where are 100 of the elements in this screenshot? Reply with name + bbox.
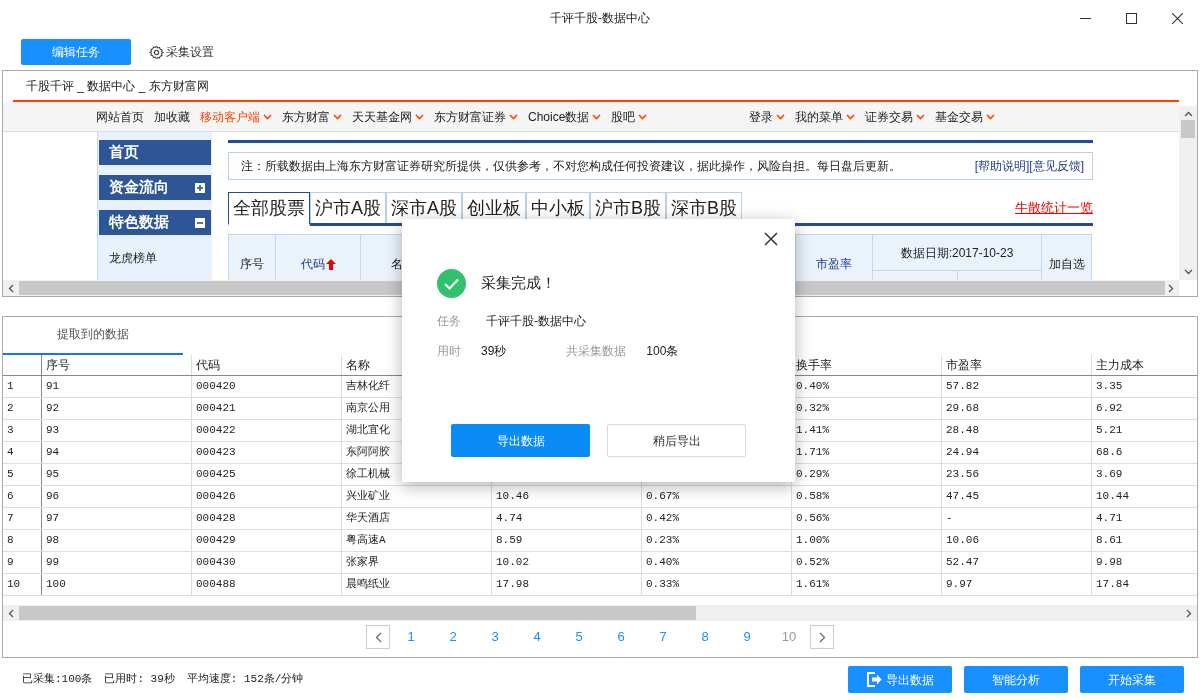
field-value: 100条 — [646, 343, 679, 360]
table-cell-text: 000429 — [196, 533, 236, 549]
table-cell-text: 000421 — [196, 401, 236, 417]
row-number: 10 — [7, 577, 21, 593]
table-cell-text: 0.40% — [796, 379, 829, 395]
field-value: 39秒 — [481, 343, 507, 360]
column-header: 序号 — [46, 357, 70, 374]
row-number: 8 — [7, 533, 14, 549]
table-cell-text: 0.23% — [646, 533, 679, 549]
table-cell-text: 5.21 — [1096, 423, 1123, 439]
row-number: 7 — [7, 511, 14, 527]
table-cell-text: 17.84 — [1096, 577, 1129, 593]
row-number: 2 — [7, 401, 14, 417]
column-header: 序号 — [240, 256, 264, 273]
table-cell-text: 000426 — [196, 489, 236, 505]
table-cell-text: 91 — [46, 379, 60, 395]
table-cell-text: 6.92 — [1096, 401, 1123, 417]
table-cell-text: 粤高速A — [346, 533, 386, 549]
column-header: 市盈率 — [946, 357, 982, 374]
table-cell-text: 0.58% — [796, 489, 829, 505]
row-number: 3 — [7, 423, 14, 439]
column-header: 名称 — [346, 357, 370, 374]
table-cell-text: 000488 — [196, 577, 236, 593]
table-cell-text: 000423 — [196, 445, 236, 461]
table-cell-text: 1.71% — [796, 445, 829, 461]
table-cell-text: 9.98 — [1096, 555, 1123, 571]
table-cell-text: 9.97 — [946, 577, 973, 593]
table-cell-text: 0.52% — [796, 555, 829, 571]
notice-text: 注：所载数据由上海东方财富证券研究所提供，仅供参考，不对您构成任何投资建议，据此操作，风险自担。每日盘后更新。 — [241, 158, 901, 175]
row-number: 5 — [7, 467, 14, 483]
table-cell-text: 4.74 — [496, 511, 523, 527]
table-cell-text: 0.67% — [646, 489, 679, 505]
window-title: 千评千股-数据中心 — [550, 10, 650, 27]
status-text: 已采集:100条 — [22, 671, 93, 688]
table-cell-text: 0.32% — [796, 401, 829, 417]
table-cell-text: 94 — [46, 445, 60, 461]
table-cell-text: 24.94 — [946, 445, 979, 461]
table-cell-text: 96 — [46, 489, 60, 505]
table-cell-text: 0.40% — [646, 555, 679, 571]
table-cell-text: 98 — [46, 533, 60, 549]
table-cell-text: 95 — [46, 467, 60, 483]
row-number: 4 — [7, 445, 14, 461]
table-cell-text: - — [946, 511, 953, 527]
row-number: 1 — [7, 379, 14, 395]
status-text: 平均速度: 152条/分钟 — [186, 672, 304, 688]
table-cell-text: 8.59 — [496, 533, 523, 549]
table-cell-text: 17.98 — [496, 577, 529, 593]
table-cell-text: 23.56 — [946, 467, 979, 483]
dialog-title: 采集完成！ — [481, 273, 556, 294]
column-header: 加自选 — [1048, 256, 1085, 273]
table-cell-text: 52.47 — [946, 555, 979, 571]
status-text: 已用时: 39秒 — [104, 672, 175, 688]
table-cell-text: 10.46 — [496, 489, 529, 505]
table-cell-text: 68.6 — [1096, 445, 1123, 461]
table-cell-text: 1.41% — [796, 423, 829, 439]
table-cell-text: 10.44 — [1096, 489, 1129, 505]
table-cell-text: 0.56% — [796, 511, 829, 527]
column-header: 名 — [391, 256, 403, 273]
table-cell-text: 0.29% — [796, 467, 829, 483]
table-cell-text: 47.45 — [946, 489, 979, 505]
table-cell-text: 92 — [46, 401, 60, 417]
column-header: 换手率 — [796, 357, 832, 374]
row-number: 6 — [7, 489, 14, 505]
table-cell-text: 南京公用 — [346, 401, 390, 417]
table-cell-text: 97 — [46, 511, 60, 527]
table-cell-text: 张家界 — [346, 555, 379, 571]
column-header: 代码 — [196, 357, 220, 374]
field-label: 共采集数据 — [566, 343, 627, 360]
table-cell-text: 兴业矿业 — [346, 489, 390, 505]
table-cell-text: 000425 — [196, 467, 236, 483]
table-cell-text: 1.00% — [796, 533, 829, 549]
row-number: 9 — [7, 555, 14, 571]
table-cell-text: 29.68 — [946, 401, 979, 417]
page-title: 千股千评 _ 数据中心 _ 东方财富网 — [26, 77, 209, 95]
field-label: 任务 — [437, 313, 461, 330]
table-cell-text: 0.33% — [646, 577, 679, 593]
table-cell-text: 000420 — [196, 379, 236, 395]
table-cell-text: 000428 — [196, 511, 236, 527]
table-cell-text: 3.35 — [1096, 379, 1123, 395]
table-cell-text: 华天酒店 — [346, 511, 390, 527]
table-cell-text: 吉林化纤 — [346, 379, 390, 395]
table-cell-text: 93 — [46, 423, 60, 439]
table-cell-text: 10.06 — [946, 533, 979, 549]
field-value: 千评千股-数据中心 — [486, 313, 586, 330]
table-cell-text: 东阿阿胶 — [346, 445, 390, 461]
table-cell-text: 晨鸣纸业 — [346, 577, 390, 593]
table-cell-text: 4.71 — [1096, 511, 1123, 527]
field-label: 用时 — [437, 343, 461, 360]
table-cell-text: 0.42% — [646, 511, 679, 527]
table-cell-text: 57.82 — [946, 379, 979, 395]
table-cell-text: 99 — [46, 555, 60, 571]
table-cell-text: 湖北宜化 — [346, 423, 390, 439]
table-cell-text: 10.02 — [496, 555, 529, 571]
table-cell-text: 000430 — [196, 555, 236, 571]
table-cell-text: 28.48 — [946, 423, 979, 439]
table-cell-text: 000422 — [196, 423, 236, 439]
table-cell-text: 1.61% — [796, 577, 829, 593]
table-cell-text: 8.61 — [1096, 533, 1123, 549]
table-cell-text: 100 — [46, 577, 66, 593]
table-cell-text: 徐工机械 — [346, 467, 390, 483]
